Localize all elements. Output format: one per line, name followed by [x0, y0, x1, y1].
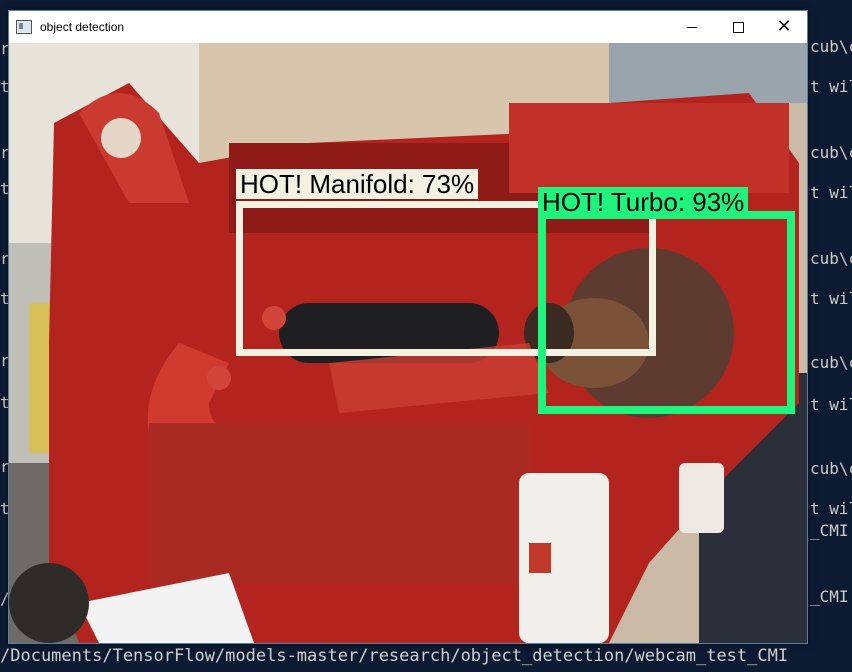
app-window-icon — [16, 20, 32, 34]
console-right-fragment: cub\c — [810, 353, 852, 372]
detection-label-turbo: HOT! Turbo: 93% — [538, 187, 749, 217]
console-right-fragment: t wil — [810, 289, 852, 308]
maximize-icon — [732, 21, 744, 33]
console-path-line: /Documents/TensorFlow/models-master/rese… — [0, 646, 789, 666]
console-right-fragment: t wil — [810, 395, 852, 414]
minimize-button[interactable] — [669, 11, 715, 43]
maximize-button[interactable] — [715, 11, 761, 43]
console-right-fragment: t wil — [810, 499, 852, 518]
webcam-frame: HOT! Manifold: 73% HOT! Turbo: 93% — [9, 43, 807, 643]
console-right-fragment: _CMI. — [810, 587, 852, 606]
console-right-fragment: cub\c — [810, 249, 852, 268]
title-bar[interactable]: object detection ✕ — [9, 11, 807, 43]
console-right-fragment: cub\c — [810, 143, 852, 162]
console-right-fragment: t wil — [810, 77, 852, 96]
window-title: object detection — [40, 20, 125, 34]
close-button[interactable]: ✕ — [761, 11, 807, 43]
detection-box-turbo — [538, 211, 795, 414]
object-detection-window[interactable]: object detection ✕ HOT! Manifold: 73% HO… — [8, 10, 808, 644]
console-right-fragment: t wil — [810, 183, 852, 202]
detection-label-manifold: HOT! Manifold: 73% — [236, 169, 479, 199]
window-controls: ✕ — [669, 11, 807, 43]
minimize-icon — [687, 26, 697, 28]
close-icon: ✕ — [776, 16, 792, 37]
console-right-fragment: cub\c — [810, 459, 852, 478]
console-right-fragment: _CMI. — [810, 521, 852, 540]
console-right-fragment: cub\c — [810, 37, 852, 56]
